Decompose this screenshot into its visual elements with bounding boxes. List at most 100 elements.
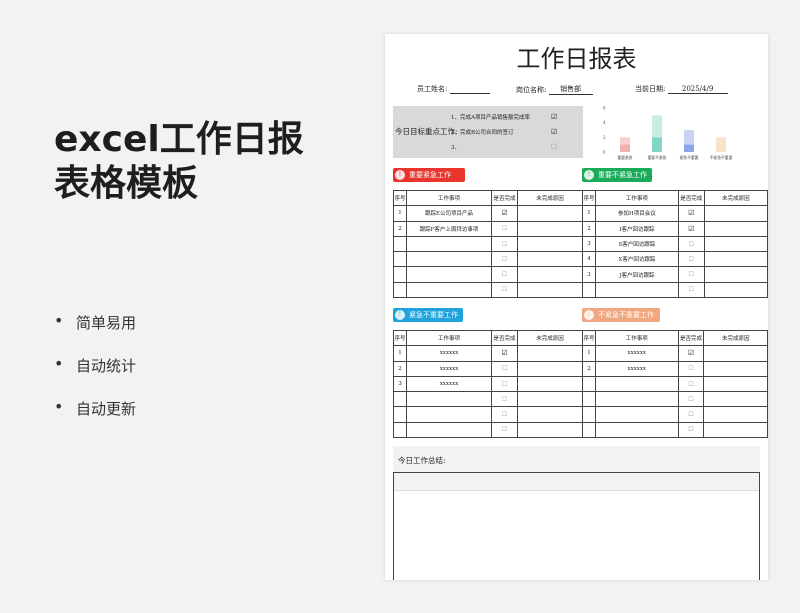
task-cell[interactable] — [594, 281, 679, 299]
task-cell[interactable] — [406, 406, 492, 423]
done-checkbox[interactable]: ☐ — [677, 421, 705, 439]
report-title: 工作日报表 — [516, 45, 637, 73]
table-row: ☐ — [393, 406, 583, 423]
done-checkbox[interactable]: ☑ — [677, 345, 705, 362]
task-cell[interactable]: X客户回访跟踪 — [594, 251, 679, 268]
task-cell[interactable] — [594, 421, 679, 439]
reason-cell[interactable] — [703, 220, 768, 237]
done-checkbox[interactable]: ☐ — [677, 251, 705, 268]
done-checkbox[interactable]: ☐ — [491, 421, 518, 439]
done-checkbox[interactable]: ☐ — [677, 375, 705, 393]
column-header: 未完成原因 — [703, 189, 768, 207]
reason-cell[interactable] — [517, 406, 583, 423]
task-cell[interactable]: J客户回访跟踪 — [594, 266, 679, 283]
goal-checkbox[interactable]: ☑ — [551, 128, 557, 136]
task-cell[interactable]: xxxxxx — [594, 345, 679, 362]
reason-cell[interactable] — [703, 360, 768, 377]
reason-cell[interactable] — [517, 251, 583, 268]
task-cell[interactable] — [406, 391, 492, 408]
reason-cell[interactable] — [703, 235, 768, 253]
employee-value[interactable] — [449, 85, 490, 94]
quadrant-table: 序号 工作事项 是否完成 未完成原因 1 参加H项目会议 ☑ 2 I客户回访跟踪 ☑ 3 S客户回访跟… — [582, 189, 768, 299]
task-cell[interactable] — [594, 375, 679, 393]
alert-icon: ! — [395, 170, 405, 180]
position-value[interactable]: 销售部 — [548, 84, 593, 95]
done-checkbox[interactable]: ☐ — [491, 360, 518, 377]
done-checkbox[interactable]: ☐ — [677, 391, 705, 408]
task-cell[interactable]: xxxxxx — [594, 360, 679, 377]
reason-cell[interactable] — [517, 220, 583, 237]
date-value[interactable]: 2025/4/9 — [667, 85, 728, 94]
task-cell[interactable]: S客户回访跟踪 — [594, 235, 679, 253]
column-header: 工作事项 — [594, 189, 679, 207]
reason-cell[interactable] — [517, 281, 583, 299]
task-cell[interactable]: xxxxxx — [406, 375, 492, 393]
task-cell[interactable] — [406, 266, 492, 283]
reason-cell[interactable] — [517, 375, 583, 393]
done-checkbox[interactable]: ☑ — [677, 220, 705, 237]
task-cell[interactable]: 参加H项目会议 — [594, 205, 679, 222]
alert-icon: ! — [584, 310, 594, 320]
reason-cell[interactable] — [703, 345, 768, 362]
y-tick-label: 0 — [603, 150, 606, 155]
x-tick-label: 紧急不重要 — [680, 155, 699, 160]
reason-cell[interactable] — [517, 421, 583, 439]
row-number: 3 — [393, 375, 407, 393]
done-checkbox[interactable]: ☐ — [491, 375, 518, 393]
row-number — [582, 375, 596, 393]
reason-cell[interactable] — [703, 391, 768, 408]
reason-cell[interactable] — [703, 266, 768, 283]
done-checkbox[interactable]: ☐ — [677, 406, 705, 423]
goal-text: 3、 — [451, 145, 460, 151]
done-checkbox[interactable]: ☐ — [677, 360, 705, 377]
row-number — [582, 421, 596, 439]
task-cell[interactable]: I客户回访跟踪 — [594, 220, 679, 237]
task-cell[interactable]: xxxxxx — [406, 345, 492, 362]
reason-cell[interactable] — [517, 391, 583, 408]
reason-cell[interactable] — [703, 205, 768, 222]
summary-textarea[interactable] — [393, 472, 760, 580]
table-row: ☐ — [582, 281, 768, 299]
task-cell[interactable]: xxxxxx — [406, 360, 492, 377]
reason-cell[interactable] — [517, 345, 583, 362]
task-cell[interactable] — [406, 281, 492, 299]
done-checkbox[interactable]: ☑ — [491, 205, 518, 222]
done-checkbox[interactable]: ☐ — [677, 281, 705, 299]
row-number: 1 — [582, 345, 596, 362]
done-checkbox[interactable]: ☐ — [491, 266, 518, 283]
date-label: 当前日期: — [635, 85, 666, 93]
reason-cell[interactable] — [517, 235, 583, 253]
goal-checkbox[interactable]: ☐ — [551, 143, 557, 151]
reason-cell[interactable] — [517, 360, 583, 377]
task-cell[interactable] — [406, 421, 492, 439]
reason-cell[interactable] — [703, 281, 768, 299]
reason-cell[interactable] — [517, 266, 583, 283]
done-checkbox[interactable]: ☐ — [491, 251, 518, 268]
task-cell[interactable]: 跟踪F客户上周拜访事项 — [406, 220, 492, 237]
task-cell[interactable] — [594, 391, 679, 408]
done-checkbox[interactable]: ☐ — [491, 281, 518, 299]
reason-cell[interactable] — [703, 406, 768, 423]
task-cell[interactable] — [594, 406, 679, 423]
table-row: ☐ — [582, 375, 768, 393]
reason-cell[interactable] — [703, 421, 768, 439]
done-checkbox[interactable]: ☐ — [491, 235, 518, 253]
reason-cell[interactable] — [517, 205, 583, 222]
reason-cell[interactable] — [703, 375, 768, 393]
done-checkbox[interactable]: ☐ — [677, 266, 705, 283]
goal-checkbox[interactable]: ☑ — [551, 113, 557, 121]
goal-item: 2、完成B公司合同的签订 ☑ — [451, 128, 557, 136]
quadrant-table: 序号 工作事项 是否完成 未完成原因 1 xxxxxx ☑ 2 xxxxxx ☐ ☐ ☐ ☐ ☐ — [582, 329, 768, 439]
task-cell[interactable] — [406, 251, 492, 268]
task-cell[interactable]: 跟踪E公司项目产品 — [406, 205, 492, 222]
task-cell[interactable] — [406, 235, 492, 253]
done-checkbox[interactable]: ☐ — [677, 235, 705, 253]
done-checkbox[interactable]: ☑ — [491, 345, 518, 362]
done-checkbox[interactable]: ☐ — [491, 406, 518, 423]
done-checkbox[interactable]: ☑ — [677, 205, 705, 222]
reason-cell[interactable] — [703, 251, 768, 268]
promo-title: excel工作日报 表格模板 — [54, 118, 304, 206]
column-header: 工作事项 — [406, 329, 492, 347]
done-checkbox[interactable]: ☐ — [491, 220, 518, 237]
done-checkbox[interactable]: ☐ — [491, 391, 518, 408]
